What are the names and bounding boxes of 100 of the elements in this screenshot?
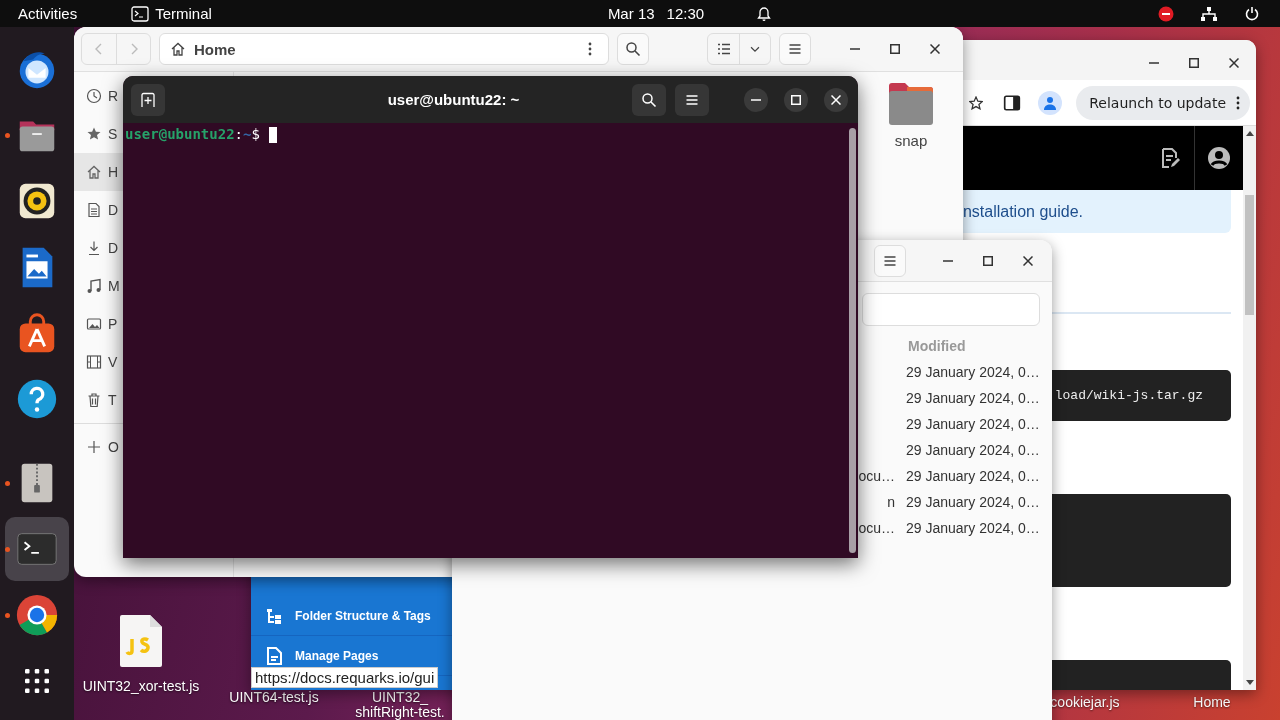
modified-date: 29 January 2024, 0…	[905, 442, 1041, 458]
sidebar-item[interactable]: V	[74, 343, 123, 381]
activities-button[interactable]: Activities	[8, 0, 88, 27]
new-tab-button[interactable]	[131, 83, 165, 116]
tree-icon	[265, 606, 283, 625]
scrollbar[interactable]	[1243, 126, 1256, 690]
menu-icon	[787, 41, 803, 57]
power-icon	[1244, 5, 1260, 22]
search-icon	[641, 91, 657, 108]
status-tooltip: https://docs.requarks.io/gui	[251, 667, 439, 688]
app-menu[interactable]: Terminal	[121, 0, 222, 27]
document-icon	[118, 613, 164, 669]
close-button[interactable]	[824, 87, 848, 112]
page-icon	[265, 646, 283, 665]
star-icon	[969, 95, 984, 110]
file-name: ocu…	[857, 468, 895, 484]
code-text: load/wiki-js.tar.gz	[1054, 388, 1203, 403]
profile-button[interactable]	[1038, 90, 1063, 115]
menu-button[interactable]	[874, 244, 906, 277]
image-icon	[86, 316, 102, 332]
minimize-icon	[1149, 62, 1159, 64]
account-icon	[1207, 146, 1231, 170]
path-bar[interactable]: Home	[159, 33, 609, 65]
clock[interactable]: Mar 13 12:30	[597, 0, 783, 27]
minimize-icon	[943, 259, 953, 262]
file-label: UINT32_xor-test.js	[82, 679, 200, 694]
relaunch-label: Relaunch to update	[1089, 94, 1226, 111]
search-button[interactable]	[617, 33, 649, 65]
file-label: UINT32_shiftRight-test.	[354, 690, 446, 720]
maximize-icon	[791, 94, 801, 105]
sidebar-item[interactable]: D	[74, 229, 123, 267]
close-icon	[1023, 255, 1033, 266]
file-label: cookiejar.js	[1050, 695, 1120, 710]
home-icon	[86, 164, 102, 180]
sidebar-item[interactable]: P	[74, 305, 123, 343]
search-button[interactable]	[632, 83, 666, 116]
minimize-icon	[751, 98, 761, 101]
music-note-icon	[86, 278, 102, 294]
modified-date: 29 January 2024, 0…	[905, 364, 1041, 380]
sidebar-item[interactable]: R	[74, 77, 123, 115]
menu-button[interactable]	[675, 83, 709, 116]
sidebar-item[interactable]: S	[74, 115, 123, 153]
new-tab-icon	[140, 91, 156, 108]
maximize-button[interactable]	[784, 87, 808, 112]
sidebar-item[interactable]: O	[74, 428, 123, 466]
person-icon	[1042, 94, 1059, 111]
folder-item[interactable]: snap	[887, 82, 935, 149]
chrome-icon	[14, 592, 60, 638]
text-cursor	[268, 126, 277, 143]
prompt-colon: :	[234, 126, 243, 143]
trash-icon	[86, 392, 102, 408]
modified-date: 29 January 2024, 0…	[905, 468, 1041, 484]
sidebar-item[interactable]: T	[74, 381, 123, 419]
close-icon	[930, 44, 940, 54]
path-label: Home	[194, 40, 237, 58]
scrollbar[interactable]	[849, 128, 856, 553]
menu-button[interactable]	[779, 33, 811, 65]
home-icon	[170, 41, 186, 57]
clock-icon	[86, 88, 102, 104]
no-entry-icon	[1158, 5, 1174, 22]
sidebar-item[interactable]: M	[74, 267, 123, 305]
file-name: ocu…	[857, 520, 895, 536]
document-icon	[86, 202, 102, 218]
relaunch-button[interactable]: Relaunch to update	[1076, 85, 1250, 120]
search-icon	[625, 41, 641, 57]
modified-date: 29 January 2024, 0…	[905, 494, 1041, 510]
folder-icon	[887, 82, 935, 126]
scroll-down-icon	[1245, 680, 1254, 686]
sidebar-item[interactable]: H	[74, 153, 123, 191]
download-icon	[86, 240, 102, 256]
minimize-button[interactable]	[744, 87, 768, 112]
file-name: n	[886, 494, 895, 510]
scrollbar-thumb[interactable]	[1245, 195, 1254, 315]
file-label: UINT64-test.js	[229, 690, 319, 705]
terminal-icon	[131, 5, 150, 22]
prompt-path: ~	[243, 126, 252, 143]
prompt-sign: $	[251, 126, 260, 143]
banner-text: nstallation guide.	[962, 202, 1083, 221]
close-icon	[1229, 58, 1239, 68]
list-icon	[715, 41, 732, 57]
bell-icon	[756, 5, 773, 22]
minimize-icon	[850, 48, 860, 50]
maximize-icon	[1189, 58, 1199, 68]
file-label: Home	[1193, 695, 1231, 710]
film-icon	[86, 354, 102, 370]
prompt-user: user@ubuntu22	[125, 126, 235, 143]
star-icon	[86, 126, 102, 142]
maximize-icon	[983, 255, 993, 266]
sidebar-item[interactable]: D	[74, 191, 123, 229]
clock-time: 12:30	[666, 5, 705, 22]
modified-date: 29 January 2024, 0…	[905, 520, 1041, 536]
app-name: Terminal	[155, 5, 212, 22]
side-panel-icon	[1003, 93, 1022, 112]
close-icon	[831, 94, 841, 105]
maximize-icon	[890, 44, 900, 54]
window-title: user@ubuntu22: ~	[386, 91, 521, 108]
modified-date: 29 January 2024, 0…	[905, 416, 1041, 432]
network-icon	[1200, 5, 1218, 22]
plus-icon	[86, 439, 102, 455]
clock-date: Mar 13	[607, 5, 655, 22]
